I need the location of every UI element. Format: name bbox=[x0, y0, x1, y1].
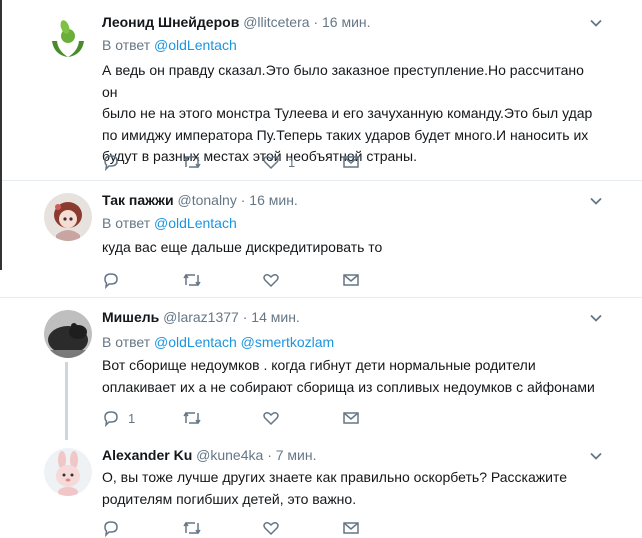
heart-icon bbox=[263, 412, 279, 426]
reply-count: 1 bbox=[128, 410, 136, 426]
message-button[interactable] bbox=[342, 518, 360, 538]
avatar[interactable] bbox=[44, 193, 92, 241]
author-name[interactable]: Так пажжи bbox=[102, 192, 174, 208]
author-handle[interactable]: @kune4ka bbox=[196, 447, 263, 463]
avatar[interactable] bbox=[44, 448, 92, 496]
reply-prefix: В ответ bbox=[102, 215, 151, 231]
message-button[interactable] bbox=[342, 270, 360, 290]
window-edge bbox=[0, 0, 2, 270]
reply-icon bbox=[104, 273, 118, 289]
heart-icon bbox=[263, 156, 279, 170]
tweet-header: Так пажжи @tonalny · 16 мин. bbox=[102, 192, 298, 208]
author-name[interactable]: Леонид Шнейдеров bbox=[102, 14, 239, 30]
retweet-button[interactable] bbox=[182, 152, 210, 172]
tweet-text-line: А ведь он правду сказал.Это было заказно… bbox=[102, 62, 584, 100]
mention-link[interactable]: @oldLentach bbox=[154, 334, 237, 350]
retweet-icon bbox=[183, 411, 201, 425]
tweet-actions: 1 bbox=[102, 152, 402, 172]
bear-avatar-icon bbox=[44, 310, 92, 358]
tweet-actions: 1 bbox=[102, 408, 402, 428]
anime-girl-avatar-icon bbox=[44, 193, 92, 241]
author-handle[interactable]: @tonalny bbox=[177, 192, 236, 208]
tweet-text-line: Вот сборище недоумков . когда гибнут дет… bbox=[102, 357, 536, 373]
reply-button[interactable] bbox=[102, 152, 128, 172]
author-name[interactable]: Мишель bbox=[102, 309, 159, 325]
reply-prefix: В ответ bbox=[102, 37, 151, 53]
tweet-text-line: О, вы тоже лучше других знаете как прави… bbox=[102, 469, 567, 485]
tweet-text: Вот сборище недоумков . когда гибнут дет… bbox=[102, 355, 602, 398]
retweet-button[interactable] bbox=[182, 518, 202, 538]
chevron-down-icon[interactable] bbox=[589, 449, 603, 463]
tweet-text: куда вас еще дальше дискредитировать то bbox=[102, 237, 602, 259]
reply-context: В ответ @oldLentach bbox=[102, 36, 237, 54]
reply-context: В ответ @oldLentach @smertkozlam bbox=[102, 333, 334, 351]
tweet-text-line: куда вас еще дальше дискредитировать то bbox=[102, 239, 383, 255]
tweet-text-line: оплакивает их а не собирают сборища из с… bbox=[102, 378, 595, 395]
mention-link[interactable]: @oldLentach bbox=[154, 37, 237, 53]
timestamp[interactable]: 16 мин. bbox=[249, 192, 298, 208]
chevron-down-icon[interactable] bbox=[589, 311, 603, 325]
message-button[interactable] bbox=[342, 152, 360, 172]
avatar[interactable] bbox=[44, 310, 92, 358]
timestamp[interactable]: 14 мин. bbox=[251, 309, 300, 325]
retweet-icon bbox=[183, 155, 201, 169]
leaf-hands-logo-icon bbox=[44, 15, 92, 63]
retweet-icon bbox=[183, 273, 201, 287]
tweet-actions bbox=[102, 518, 402, 538]
author-handle[interactable]: @laraz1377 bbox=[163, 309, 239, 325]
like-button[interactable]: 1 bbox=[262, 152, 295, 172]
message-button[interactable] bbox=[342, 408, 360, 428]
tweet-text-line: по имиджу императора Пу.Теперь таких уда… bbox=[102, 126, 589, 143]
tweet-text: О, вы тоже лучше других знаете как прави… bbox=[102, 467, 602, 510]
bunny-avatar-icon bbox=[44, 448, 92, 496]
like-button[interactable] bbox=[262, 270, 288, 290]
reply-context: В ответ @oldLentach bbox=[102, 214, 237, 232]
like-count: 1 bbox=[288, 154, 296, 170]
reply-icon bbox=[104, 411, 118, 427]
tweet-text-line: родителям погибших детей, это важно. bbox=[102, 490, 357, 507]
avatar[interactable] bbox=[44, 15, 92, 63]
retweet-icon bbox=[183, 521, 201, 535]
tweet-text-line: было не на этого монстра Тулеева и его з… bbox=[102, 105, 593, 121]
tweet-4[interactable]: Alexander Ku @kune4ka · 7 мин. О, вы тож… bbox=[0, 440, 642, 537]
envelope-icon bbox=[343, 412, 359, 424]
envelope-icon bbox=[343, 274, 359, 286]
envelope-icon bbox=[343, 522, 359, 534]
retweet-button[interactable] bbox=[182, 270, 210, 290]
tweet-header: Мишель @laraz1377 · 14 мин. bbox=[102, 309, 300, 325]
like-button[interactable] bbox=[262, 408, 288, 428]
reply-prefix: В ответ bbox=[102, 334, 151, 350]
tweet-2[interactable]: Так пажжи @tonalny · 16 мин. В ответ @ol… bbox=[0, 181, 642, 297]
reply-button[interactable] bbox=[102, 518, 120, 538]
author-name[interactable]: Alexander Ku bbox=[102, 447, 192, 463]
chevron-down-icon[interactable] bbox=[589, 194, 603, 208]
chevron-down-icon[interactable] bbox=[589, 16, 603, 30]
heart-icon bbox=[263, 522, 279, 536]
like-button[interactable] bbox=[262, 518, 280, 538]
mention-link[interactable]: @oldLentach bbox=[154, 215, 237, 231]
mention-link[interactable]: @smertkozlam bbox=[241, 334, 335, 350]
tweet-header: Alexander Ku @kune4ka · 7 мин. bbox=[102, 447, 317, 463]
reply-button[interactable]: 1 bbox=[102, 408, 135, 428]
tweet-header: Леонид Шнейдеров @llitcetera · 16 мин. bbox=[102, 14, 371, 30]
reply-icon bbox=[104, 155, 118, 171]
tweet-actions bbox=[102, 270, 402, 290]
reply-button[interactable] bbox=[102, 270, 128, 290]
timestamp[interactable]: 16 мин. bbox=[322, 14, 371, 30]
thread-connector bbox=[65, 362, 68, 440]
envelope-icon bbox=[343, 156, 359, 168]
heart-icon bbox=[263, 274, 279, 288]
tweet-3[interactable]: Мишель @laraz1377 · 14 мин. В ответ @old… bbox=[0, 298, 642, 438]
timestamp[interactable]: 7 мин. bbox=[276, 447, 317, 463]
author-handle[interactable]: @llitcetera bbox=[243, 14, 309, 30]
reply-icon bbox=[104, 521, 118, 537]
retweet-button[interactable] bbox=[182, 408, 210, 428]
tweet-1[interactable]: Леонид Шнейдеров @llitcetera · 16 мин. В… bbox=[0, 0, 642, 180]
